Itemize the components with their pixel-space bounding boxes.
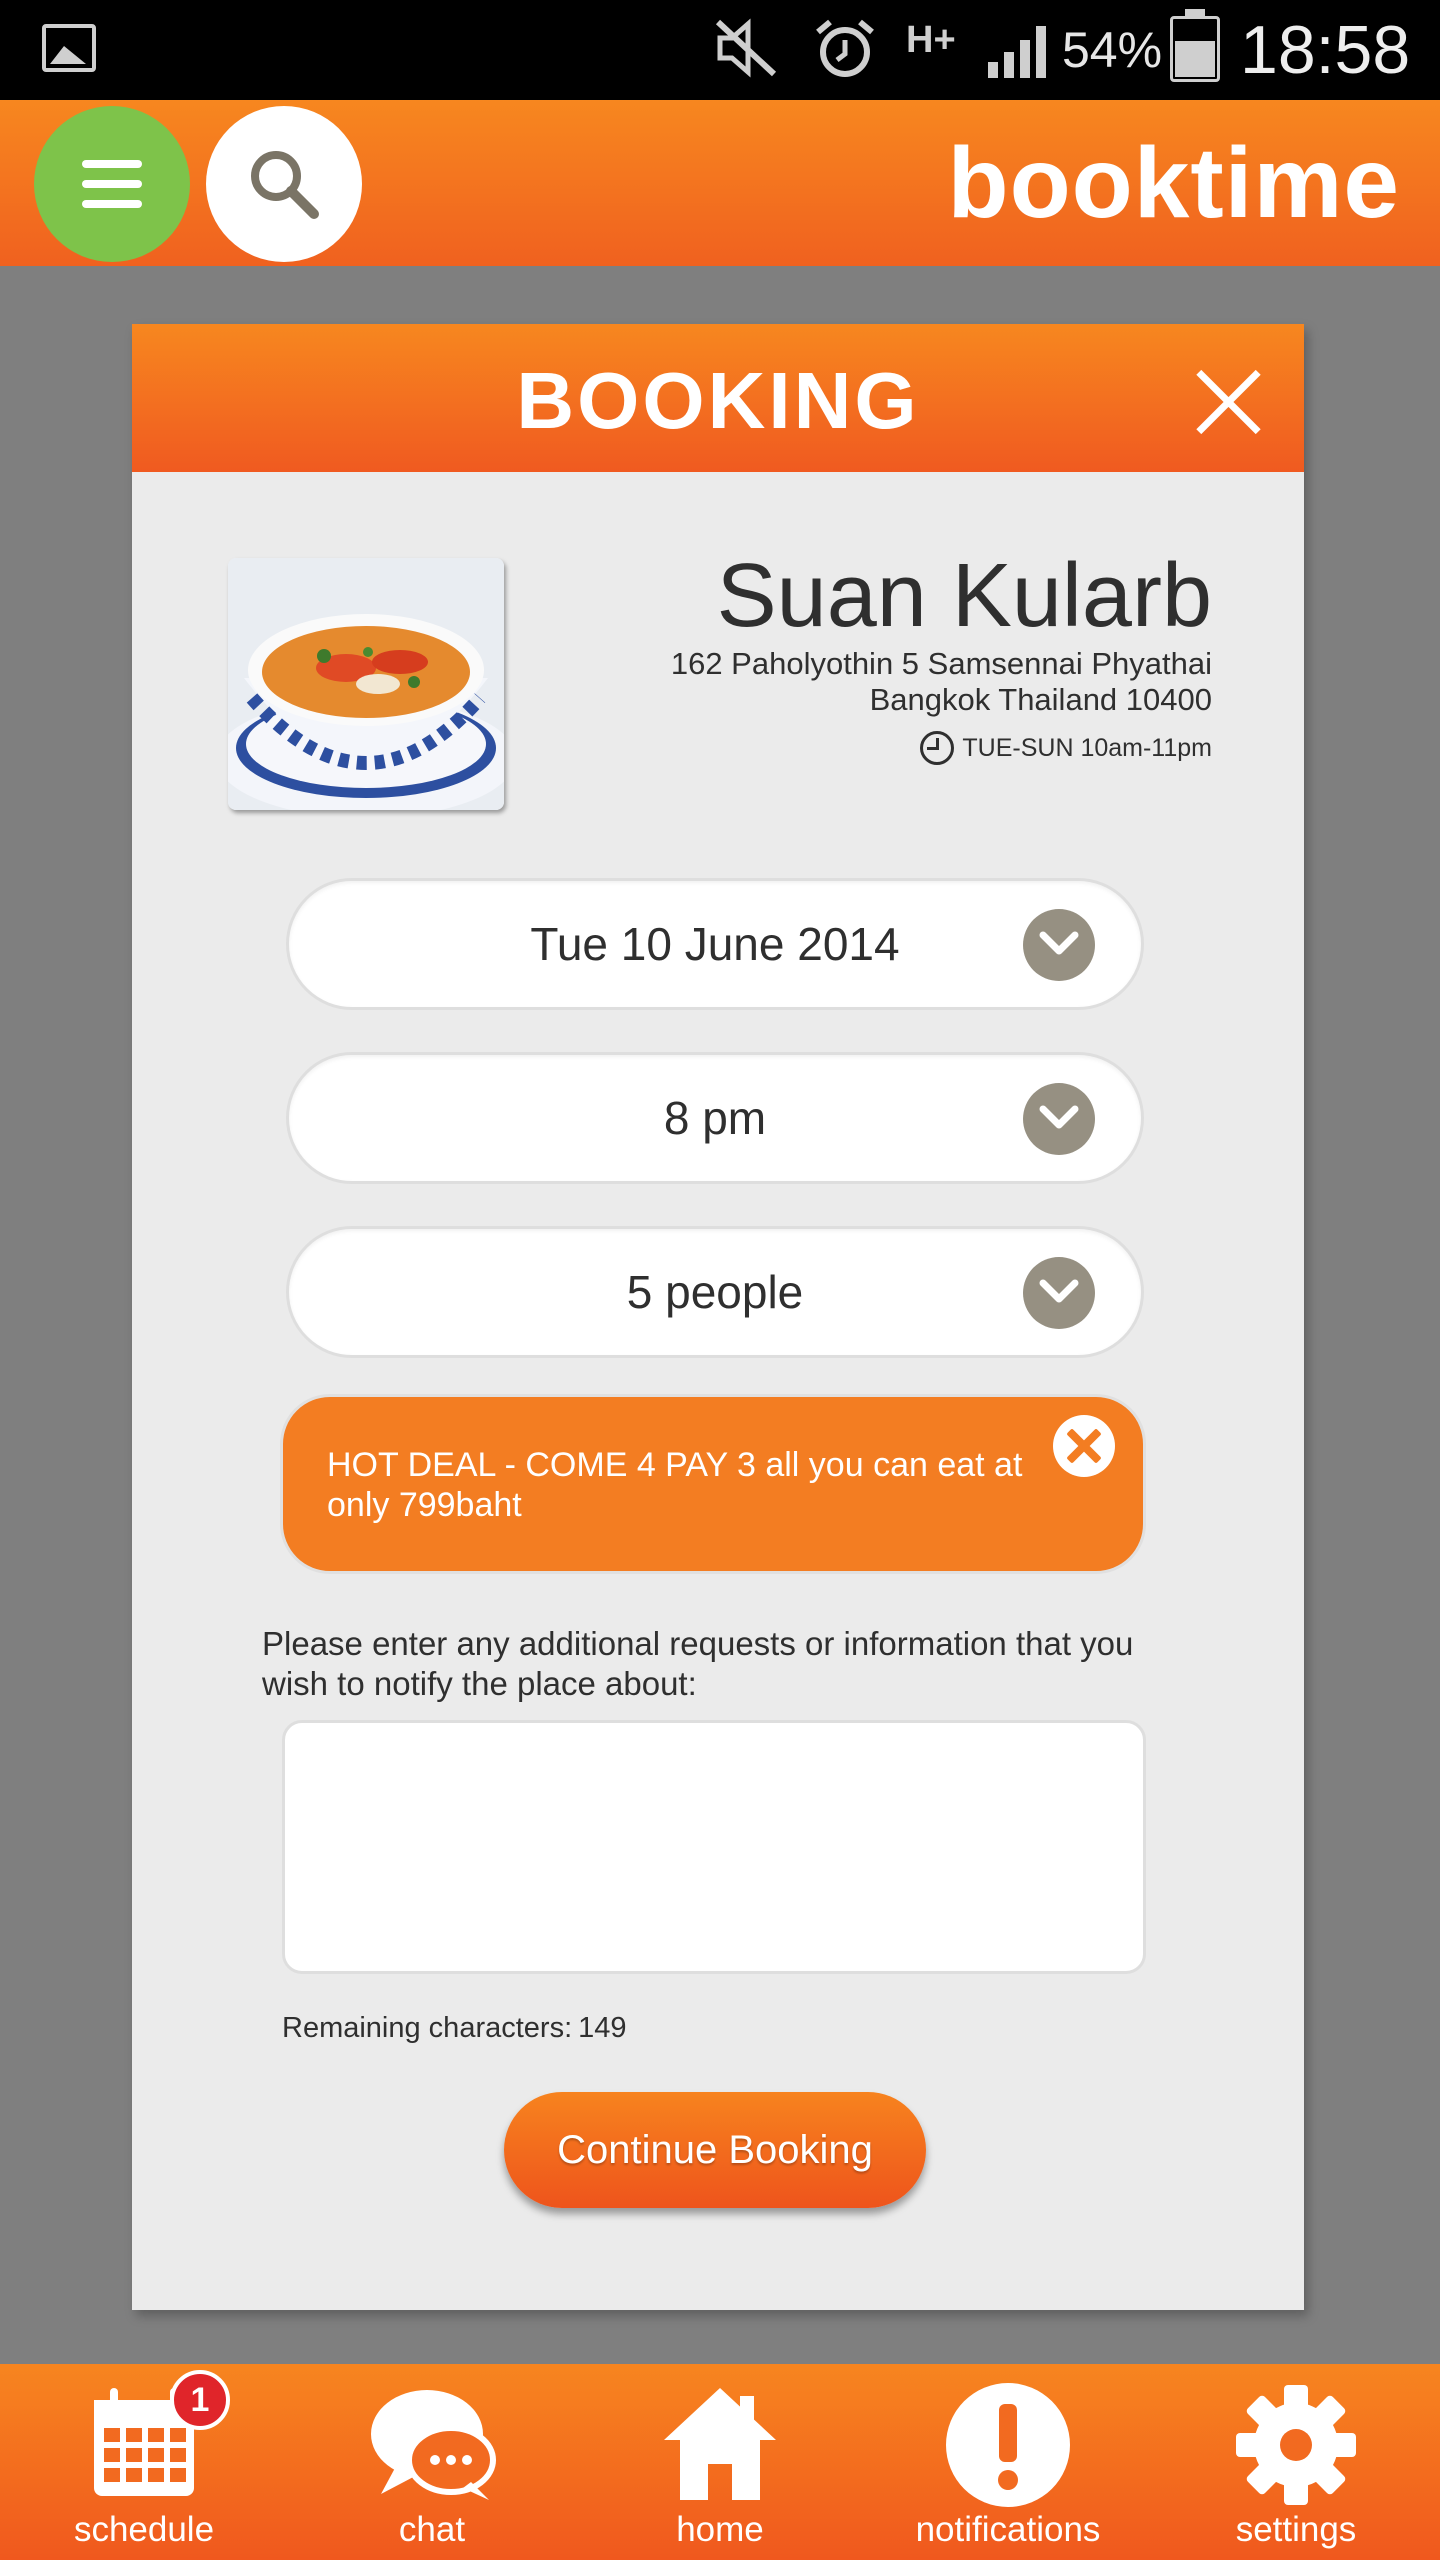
notification-badge: 1 xyxy=(170,2370,230,2430)
nav-item-chat[interactable]: chat xyxy=(288,2364,576,2560)
gear-icon xyxy=(1236,2385,1356,2505)
modal-title: BOOKING xyxy=(516,356,920,445)
alarm-icon xyxy=(812,16,878,80)
status-bar: H+ 54% 18:58 xyxy=(0,0,1440,100)
chevron-down-icon[interactable] xyxy=(1023,909,1095,981)
modal-header: BOOKING xyxy=(132,324,1304,472)
hot-deal-text: HOT DEAL - COME 4 PAY 3 all you can eat … xyxy=(327,1446,1023,1524)
alert-icon xyxy=(946,2383,1070,2507)
app-header: booktime xyxy=(0,100,1440,266)
battery-icon xyxy=(1170,9,1220,82)
date-value: Tue 10 June 2014 xyxy=(530,918,900,970)
battery-percent: 54% xyxy=(1062,22,1163,78)
time-select[interactable]: 8 pm xyxy=(286,1052,1144,1184)
venue-name: Suan Kularb xyxy=(716,546,1212,646)
nav-item-schedule[interactable]: 1 schedule xyxy=(0,2364,288,2560)
request-label: Please enter any additional requests or … xyxy=(262,1625,1134,1702)
venue-hours-text: TUE-SUN 10am-11pm xyxy=(962,734,1212,762)
chevron-down-icon[interactable] xyxy=(1023,1083,1095,1155)
date-select[interactable]: Tue 10 June 2014 xyxy=(286,878,1144,1010)
nav-label: settings xyxy=(1235,2510,1357,2549)
menu-button[interactable] xyxy=(34,106,190,262)
close-icon[interactable] xyxy=(1053,1415,1115,1477)
request-textarea[interactable] xyxy=(282,1720,1146,1974)
home-icon xyxy=(664,2388,776,2500)
people-select[interactable]: 5 people xyxy=(286,1226,1144,1358)
hot-deal-banner[interactable]: HOT DEAL - COME 4 PAY 3 all you can eat … xyxy=(280,1394,1146,1574)
nav-label: notifications xyxy=(915,2510,1101,2549)
venue-address-line2: Bangkok Thailand 10400 xyxy=(869,682,1212,717)
network-type: H+ xyxy=(906,19,956,61)
brand-logo: booktime xyxy=(947,127,1400,239)
venue-address-line1: 162 Paholyothin 5 Samsennai Phyathai xyxy=(670,646,1212,681)
nav-label: schedule xyxy=(73,2510,215,2549)
clock-icon xyxy=(920,731,955,765)
venue-photo xyxy=(228,558,504,810)
continue-booking-button[interactable]: Continue Booking xyxy=(504,2092,926,2208)
remaining-count: 149 xyxy=(578,2012,627,2044)
nav-label: home xyxy=(676,2510,764,2549)
nav-item-home[interactable]: home xyxy=(576,2364,864,2560)
nav-label: chat xyxy=(398,2510,466,2549)
search-icon xyxy=(251,151,319,219)
bottom-nav: 1 schedule chat home notifications setti… xyxy=(0,2364,1440,2560)
nav-item-settings[interactable]: settings xyxy=(1152,2364,1440,2560)
venue-hours: TUE-SUN 10am-11pm xyxy=(920,730,1212,766)
menu-icon xyxy=(82,160,142,168)
remaining-characters: Remaining characters: 149 xyxy=(282,2010,627,2046)
booking-modal: BOOKING Suan Kularb 162 Paholyothin 5 Sa… xyxy=(132,324,1304,2310)
gallery-icon xyxy=(42,24,96,72)
time-value: 8 pm xyxy=(663,1092,767,1144)
mute-icon xyxy=(712,16,782,80)
remaining-label: Remaining characters: xyxy=(282,2012,573,2044)
signal-icon xyxy=(988,26,1046,78)
clock: 18:58 xyxy=(1240,12,1411,88)
chat-icon xyxy=(371,2390,496,2500)
people-value: 5 people xyxy=(626,1266,804,1318)
search-button[interactable] xyxy=(206,106,362,262)
close-icon[interactable] xyxy=(1194,366,1264,436)
nav-item-notifications[interactable]: notifications xyxy=(864,2364,1152,2560)
chevron-down-icon[interactable] xyxy=(1023,1257,1095,1329)
